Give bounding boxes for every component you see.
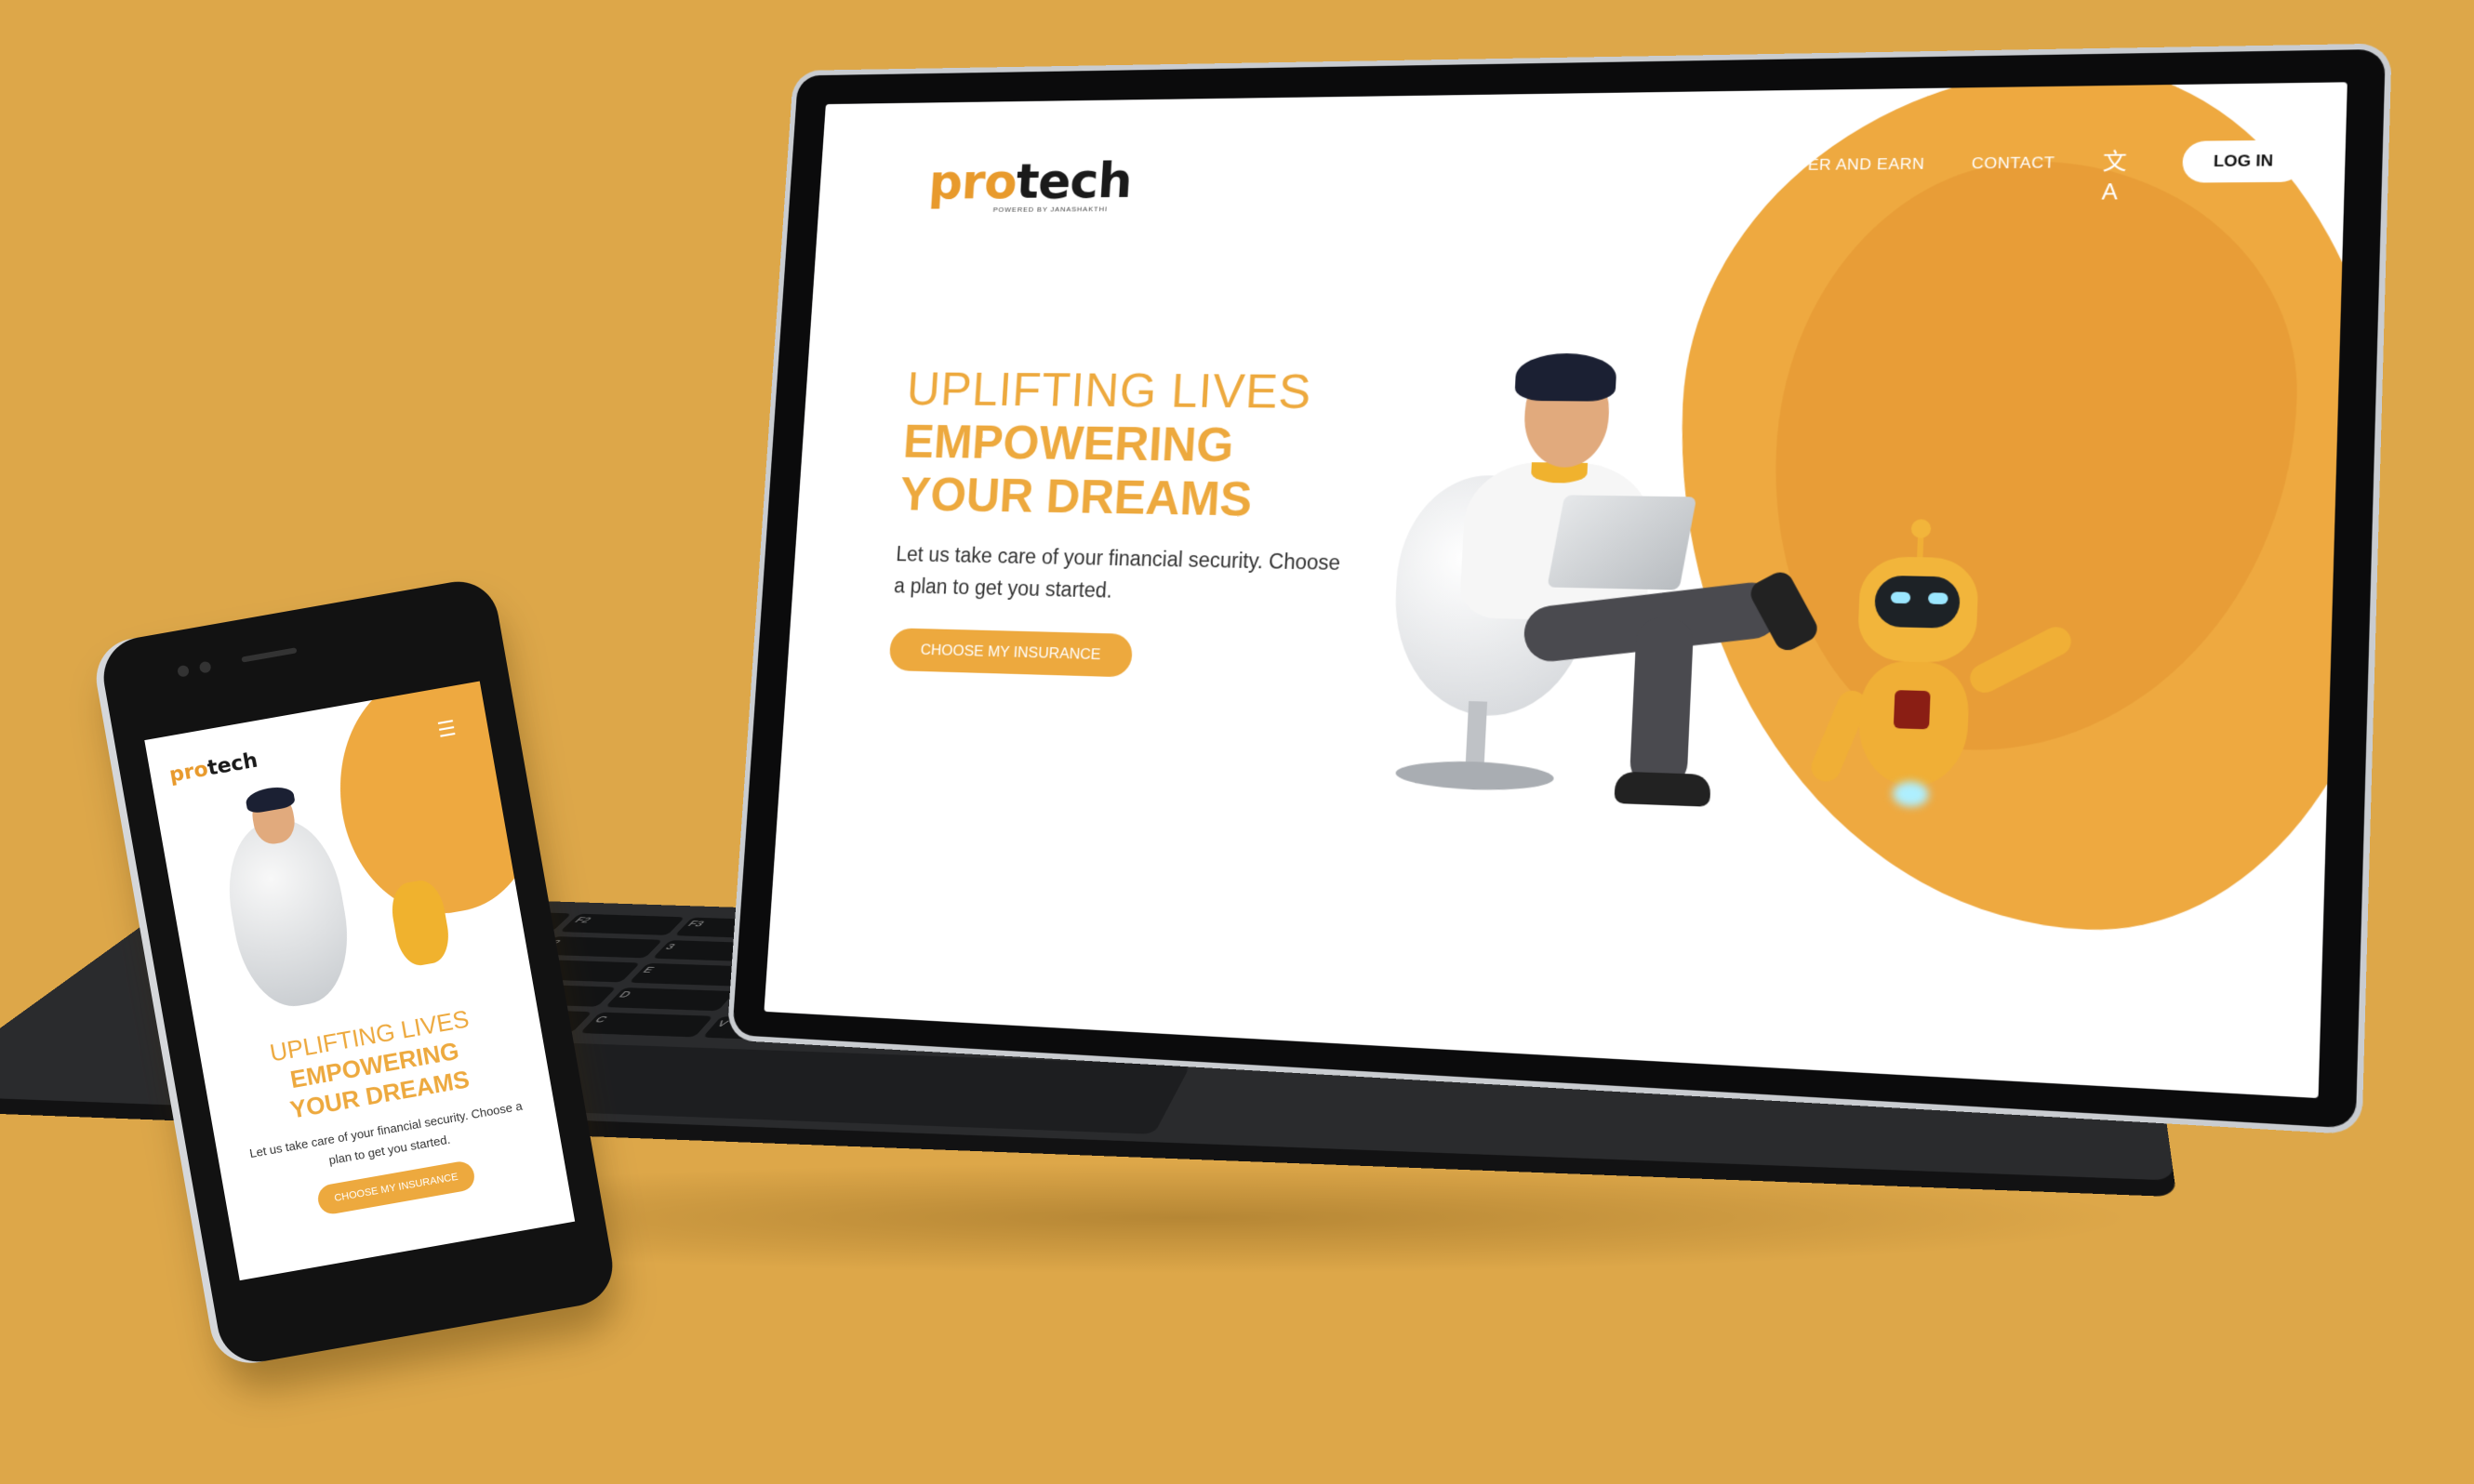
hero-line-3: YOUR DREAMS: [898, 467, 1254, 527]
mobile-protech-logo[interactable]: protech: [167, 749, 259, 788]
trackpad[interactable]: [494, 1042, 1191, 1134]
top-nav: REFER AND EARN CONTACT 文A LOG IN: [1773, 139, 2305, 205]
man-shoe: [1614, 771, 1711, 807]
man-hair: [1514, 352, 1617, 402]
translate-icon[interactable]: 文A: [2101, 147, 2135, 205]
tablet-screen: protech POWERED BY JANASHAKTHI REFER AND…: [764, 82, 2348, 1099]
logo-pro-text: pro: [926, 153, 1018, 211]
hero-description: Let us take care of your financial secur…: [893, 542, 1341, 603]
protech-logo[interactable]: protech POWERED BY JANASHAKTHI: [926, 152, 1134, 215]
phone-camera: [177, 664, 190, 678]
robot-eye-right: [1927, 592, 1949, 605]
mockup-scene: EscF1F2F3F4F5F6F7F8F9F10F11F12HomeDel`12…: [0, 0, 2474, 1484]
hero-line-2: EMPOWERING: [901, 415, 1236, 472]
laptop-illustration: [1547, 495, 1697, 590]
robot-eye-left: [1890, 591, 1911, 604]
hamburger-menu-icon[interactable]: ☰: [435, 716, 458, 743]
phone-device: protech ☰ UPLIFTING LIVES EMPOWERING YOU…: [97, 575, 619, 1369]
keyboard-key[interactable]: F2: [560, 913, 685, 935]
mobile-hero: UPLIFTING LIVES EMPOWERING YOUR DREAMS L…: [199, 992, 566, 1232]
nav-contact[interactable]: CONTACT: [1971, 153, 2055, 173]
mobile-logo-tech: tech: [206, 749, 259, 781]
phone-speaker: [241, 647, 298, 663]
mobile-chair: [217, 812, 360, 1014]
keyboard-key[interactable]: D: [604, 987, 736, 1012]
robot-face: [1873, 575, 1962, 629]
login-button[interactable]: LOG IN: [2182, 139, 2305, 183]
hero-line-1: UPLIFTING LIVES: [905, 363, 1313, 419]
hero-section: UPLIFTING LIVES EMPOWERING YOUR DREAMS L…: [888, 363, 1363, 683]
robot-badge: [1893, 690, 1931, 730]
nav-refer-and-earn[interactable]: REFER AND EARN: [1774, 155, 1925, 175]
keyboard-key[interactable]: C: [579, 1012, 713, 1038]
phone-sensor: [198, 660, 212, 674]
mobile-logo-pro: pro: [167, 757, 210, 788]
tablet-device: protech POWERED BY JANASHAKTHI REFER AND…: [732, 48, 2386, 1129]
man-shin: [1629, 616, 1695, 788]
logo-tech-text: tech: [1014, 152, 1134, 210]
chair-base: [1394, 759, 1555, 793]
logo-tagline: POWERED BY JANASHAKTHI: [992, 205, 1109, 214]
phone-screen: protech ☰ UPLIFTING LIVES EMPOWERING YOU…: [144, 681, 576, 1281]
choose-insurance-button[interactable]: CHOOSE MY INSURANCE: [888, 628, 1134, 678]
